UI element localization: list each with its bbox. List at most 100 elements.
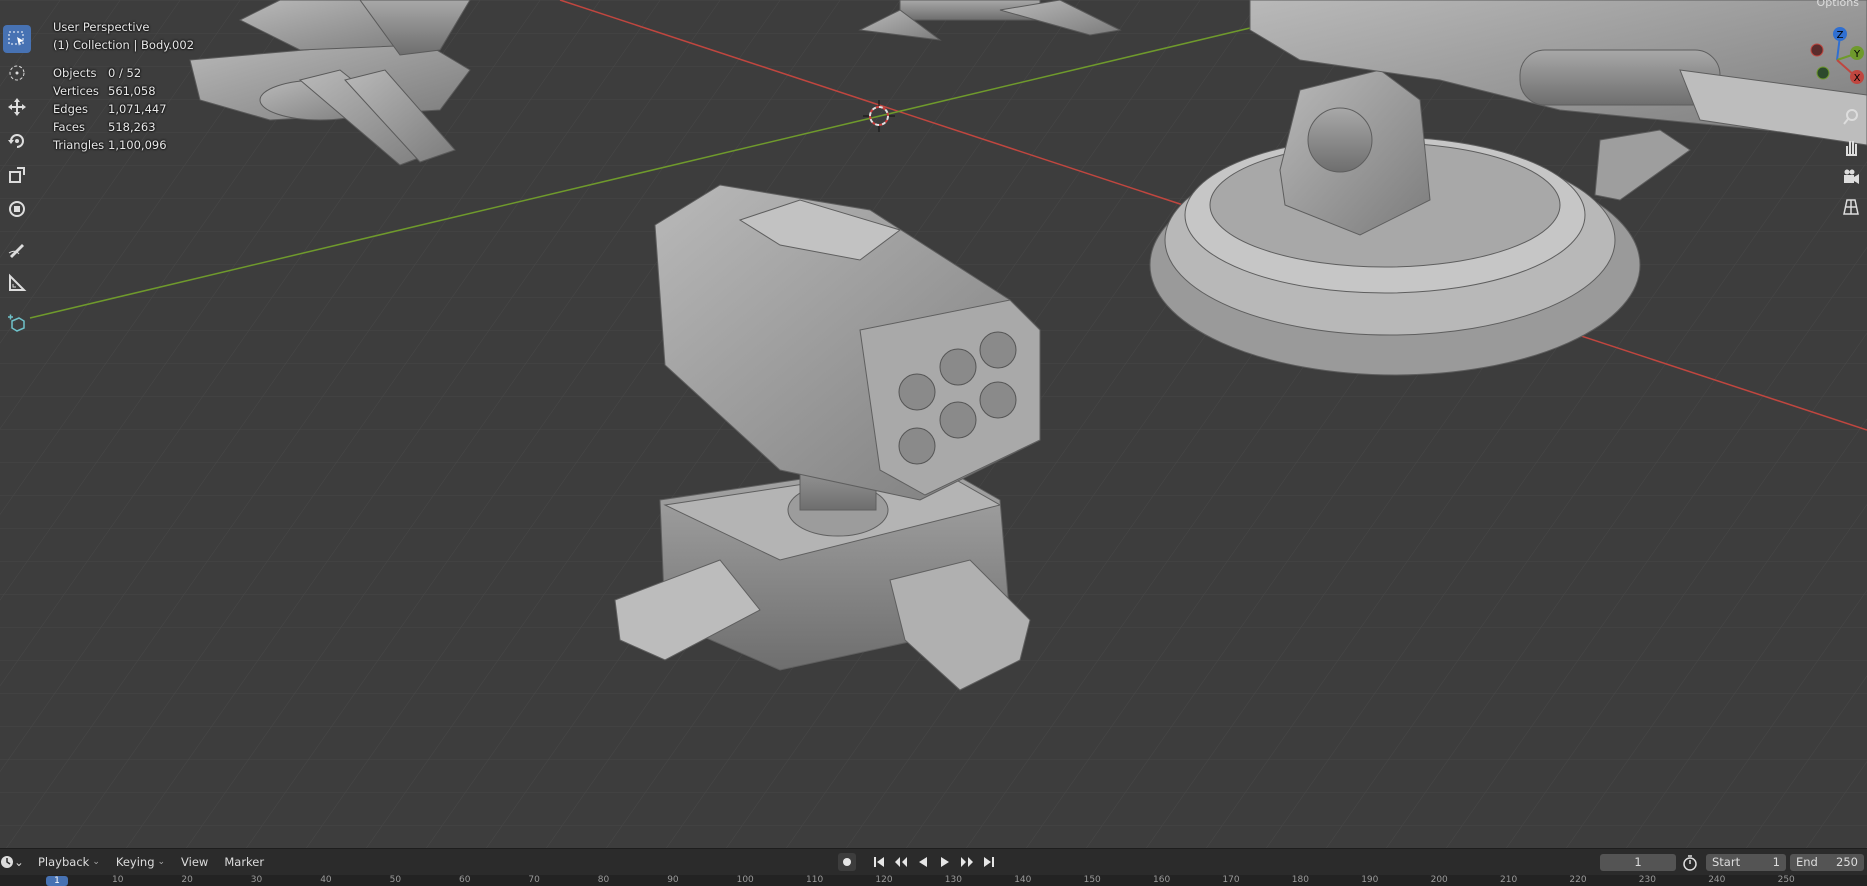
3d-viewport[interactable]: User Perspective (1) Collection | Body.0… — [0, 0, 1867, 848]
stat-row: Edges 1,071,447 — [53, 100, 194, 118]
ruler-tick-label: 70 — [528, 875, 540, 885]
zoom-icon — [1843, 109, 1858, 125]
record-icon — [843, 858, 851, 866]
axis-gizmo-icon[interactable]: Z Y X — [1787, 20, 1867, 100]
stat-value: 561,058 — [108, 84, 156, 98]
stat-label: Edges — [53, 102, 88, 116]
gizmo-z-label: Z — [1837, 30, 1844, 41]
rotate-icon — [8, 134, 24, 148]
keyframe-forward-icon — [961, 857, 973, 867]
ruler-tick-label: 250 — [1777, 875, 1795, 885]
stopwatch-icon[interactable] — [1682, 855, 1698, 871]
ruler-tick-label: 10 — [112, 875, 124, 885]
stat-row: Triangles 1,100,096 — [53, 136, 194, 154]
jump-start-button[interactable] — [870, 853, 888, 871]
record-button[interactable] — [838, 853, 856, 871]
stat-value: 0 / 52 — [108, 66, 142, 80]
ruler-tick-label: 100 — [736, 875, 754, 885]
transform-icon — [9, 201, 25, 217]
zoom-button[interactable] — [1838, 104, 1864, 130]
stat-label: Triangles — [53, 138, 105, 152]
hand-icon — [1846, 141, 1857, 156]
ruler-tick-label: 30 — [250, 875, 263, 885]
menu-marker[interactable]: Marker — [216, 855, 272, 869]
select-box-icon — [8, 31, 24, 46]
perspective-toggle-button[interactable] — [1838, 194, 1864, 220]
jump-keyframe-back-button[interactable] — [892, 853, 910, 871]
gizmo-x-label: X — [1854, 73, 1861, 84]
jump-end-icon — [984, 857, 994, 867]
stat-row: Objects 0 / 52 — [53, 64, 194, 82]
scale-tool[interactable] — [3, 161, 31, 189]
ruler-tick-label: 120 — [875, 875, 893, 885]
gizmo-y-label: Y — [1853, 49, 1861, 60]
frame-ruler[interactable]: 1 10 20 30 40 50 60 70 80 90 100 110 120 130 140 150 16… — [0, 875, 1867, 886]
tool-shelf — [0, 22, 34, 340]
transform-tool[interactable] — [3, 195, 31, 223]
editor-type-button[interactable]: ⌄ — [0, 853, 24, 871]
jump-keyframe-forward-button[interactable] — [958, 853, 976, 871]
scene-canvas[interactable] — [0, 0, 1867, 848]
menu-marker-label: Marker — [224, 855, 265, 869]
play-reverse-icon — [919, 857, 927, 867]
ruler-tick-label: 170 — [1222, 875, 1240, 885]
ruler-tick-label: 200 — [1430, 875, 1448, 885]
annotate-icon — [8, 244, 24, 258]
end-value: 250 — [1836, 855, 1858, 869]
start-label: Start — [1712, 855, 1741, 869]
end-frame-field[interactable]: End 250 — [1790, 854, 1864, 871]
menu-keying[interactable]: Keying ⌄ — [108, 855, 173, 869]
timeline-editor: ⌄ Playback ⌄ Keying ⌄ View Marker 1 Start 1… — [0, 848, 1867, 886]
navigation-gizmo: Options Z Y X — [1787, 0, 1867, 220]
annotate-tool[interactable] — [3, 235, 31, 263]
start-value: 1 — [1772, 855, 1780, 869]
camera-icon — [1844, 169, 1859, 184]
pan-button[interactable] — [1838, 134, 1864, 160]
ruler-tick-label: 150 — [1083, 875, 1101, 885]
timeline-header: ⌄ Playback ⌄ Keying ⌄ View Marker 1 Start 1… — [0, 849, 1867, 875]
play-icon — [941, 857, 949, 867]
ruler-tick-label: 40 — [320, 875, 332, 885]
menu-view-label: View — [181, 855, 209, 869]
playback-controls — [838, 853, 998, 871]
camera-view-button[interactable] — [1838, 164, 1864, 190]
play-button[interactable] — [936, 853, 954, 871]
ruler-tick-label: 230 — [1638, 875, 1656, 885]
timeline-menu: Playback ⌄ Keying ⌄ View Marker — [30, 855, 272, 869]
ruler-tick-label: 160 — [1153, 875, 1171, 885]
start-frame-field[interactable]: Start 1 — [1706, 854, 1786, 871]
stat-value: 1,100,096 — [108, 138, 167, 152]
menu-view[interactable]: View — [173, 855, 216, 869]
scale-icon — [9, 167, 25, 183]
stat-row: Faces 518,263 — [53, 118, 194, 136]
play-reverse-button[interactable] — [914, 853, 932, 871]
measure-tool[interactable] — [3, 269, 31, 297]
current-frame-field[interactable]: 1 — [1600, 854, 1676, 871]
chevron-down-icon: ⌄ — [14, 855, 24, 869]
ruler-tick-label: 240 — [1708, 875, 1726, 885]
stat-label: Vertices — [53, 84, 99, 98]
ruler-tick-label: 110 — [806, 875, 824, 885]
ruler-tick-label: 180 — [1291, 875, 1309, 885]
chevron-down-icon: ⌄ — [157, 857, 166, 867]
jump-end-button[interactable] — [980, 853, 998, 871]
stat-value: 518,263 — [108, 120, 156, 134]
add-cube-tool[interactable] — [3, 309, 31, 337]
keyframe-back-icon — [895, 857, 907, 867]
rotate-tool[interactable] — [3, 127, 31, 155]
move-tool[interactable] — [3, 93, 31, 121]
ruler-tick-label: 60 — [459, 875, 471, 885]
menu-playback-label: Playback — [38, 855, 90, 869]
view-name: User Perspective — [53, 20, 150, 34]
ruler-tick-label: 90 — [667, 875, 679, 885]
select-box-tool[interactable] — [3, 25, 31, 53]
viewport-overlay-stats: User Perspective (1) Collection | Body.0… — [53, 18, 194, 154]
end-label: End — [1796, 855, 1818, 869]
options-menu[interactable]: Options — [1817, 0, 1859, 9]
ruler-tick-label: 20 — [181, 875, 193, 885]
grid-perspective-icon — [1843, 199, 1859, 215]
menu-playback[interactable]: Playback ⌄ — [30, 855, 108, 869]
chevron-down-icon: ⌄ — [92, 857, 100, 867]
cursor-tool[interactable] — [3, 59, 31, 87]
active-collection: (1) Collection | Body.002 — [53, 38, 195, 52]
